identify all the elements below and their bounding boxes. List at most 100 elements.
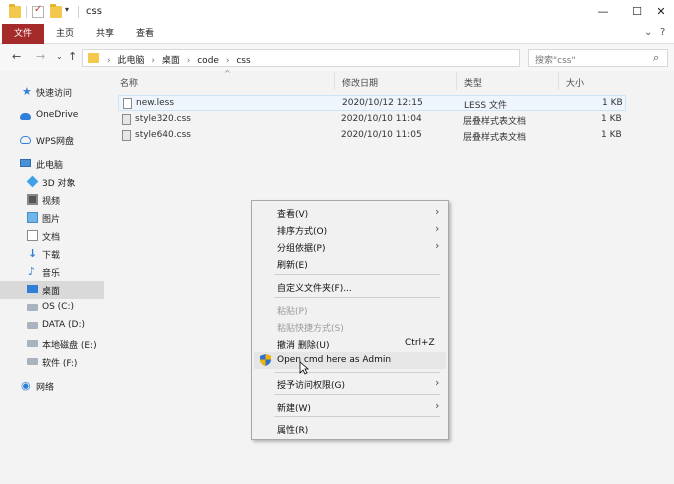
sidebar-item-desktop[interactable]: 桌面	[0, 281, 104, 299]
menu-item-label: 排序方式(O)	[277, 227, 328, 237]
menu-item-paste-shortcut: 粘贴快捷方式(S)	[254, 318, 446, 335]
menu-separator	[274, 297, 440, 298]
navigation-bar: ← → ⌄ ↑ › 此电脑 › 桌面 › code › css ⌄ ↻ 搜索"c…	[0, 45, 674, 71]
menu-item-sort-by[interactable]: 排序方式(O) ›	[254, 221, 446, 238]
new-folder-icon[interactable]	[50, 4, 62, 18]
file-row[interactable]: new.less 2020/10/12 12:15 LESS 文件 1 KB	[118, 95, 626, 111]
file-row[interactable]: style320.css 2020/10/10 11:04 层叠样式表文档 1 …	[118, 112, 626, 128]
sidebar-item-wps[interactable]: WPS网盘	[0, 131, 104, 149]
drive-icon	[27, 304, 38, 311]
column-header-name[interactable]: 名称	[120, 76, 138, 89]
menu-item-label: 粘贴快捷方式(S)	[277, 324, 344, 334]
chevron-right-icon: ›	[435, 399, 440, 412]
sidebar-item-network[interactable]: ◉ 网络	[0, 377, 104, 395]
file-date: 2020/10/10 11:04	[341, 114, 422, 124]
menu-item-give-access[interactable]: 授予访问权限(G) ›	[254, 375, 446, 392]
sidebar-item-this-pc[interactable]: 此电脑	[0, 155, 104, 173]
mouse-cursor-icon	[299, 361, 309, 375]
up-button[interactable]: ↑	[68, 50, 77, 63]
menu-item-properties[interactable]: 属性(R)	[254, 420, 446, 437]
breadcrumb: › 此电脑 › 桌面 › code › css	[107, 53, 255, 66]
breadcrumb-css[interactable]: css	[236, 56, 250, 66]
menu-item-label: 自定义文件夹(F)...	[277, 284, 352, 294]
tab-view[interactable]: 查看	[128, 24, 162, 44]
quick-access-dropdown-icon[interactable]: ▾	[65, 5, 69, 14]
sidebar-item-label: WPS网盘	[36, 137, 75, 147]
sidebar-item-drive-e[interactable]: 本地磁盘 (E:)	[0, 335, 104, 353]
sidebar-item-label: 文档	[42, 233, 61, 243]
context-menu: 查看(V) › 排序方式(O) › 分组依据(P) › 刷新(E) 自定义文件夹…	[251, 200, 449, 440]
sidebar-item-quick-access[interactable]: ★ 快速访问	[0, 83, 104, 101]
sidebar-item-downloads[interactable]: ↓ 下载	[0, 245, 104, 263]
back-button[interactable]: ←	[12, 50, 21, 63]
sidebar-item-label: 本地磁盘 (E:)	[42, 341, 97, 351]
forward-button[interactable]: →	[36, 50, 45, 63]
menu-item-group-by[interactable]: 分组依据(P) ›	[254, 238, 446, 255]
sidebar-item-onedrive[interactable]: OneDrive	[0, 107, 104, 125]
close-button[interactable]: ✕	[648, 0, 674, 24]
file-type: 层叠样式表文档	[463, 117, 527, 127]
menu-item-open-cmd-admin[interactable]: Open cmd here as Admin	[254, 352, 446, 369]
column-divider[interactable]	[334, 72, 335, 90]
computer-icon	[20, 159, 31, 167]
menu-item-view[interactable]: 查看(V) ›	[254, 204, 446, 221]
help-icon[interactable]: ?	[660, 27, 665, 38]
column-header-size[interactable]: 大小	[566, 76, 584, 89]
chevron-right-icon: ›	[225, 56, 230, 66]
file-date: 2020/10/10 11:05	[341, 130, 422, 140]
divider	[26, 6, 27, 18]
menu-item-label: 粘贴(P)	[277, 307, 308, 317]
properties-icon[interactable]	[32, 4, 44, 18]
ribbon: 文件 主页 共享 查看 ⌄ ?	[0, 24, 674, 44]
file-name: style640.css	[135, 130, 191, 140]
chevron-right-icon: ›	[186, 56, 191, 66]
column-header-type[interactable]: 类型	[464, 76, 482, 89]
chevron-right-icon: ›	[151, 56, 155, 66]
breadcrumb-desktop[interactable]: 桌面	[162, 56, 180, 66]
sidebar-item-pictures[interactable]: 图片	[0, 209, 104, 227]
tab-share[interactable]: 共享	[88, 24, 122, 44]
menu-item-undo-delete[interactable]: 撤消 删除(U) Ctrl+Z	[254, 335, 446, 352]
address-bar[interactable]: › 此电脑 › 桌面 › code › css ⌄ ↻	[82, 49, 597, 67]
sidebar-item-label: 3D 对象	[42, 179, 76, 189]
menu-separator	[274, 274, 440, 275]
menu-item-new[interactable]: 新建(W) ›	[254, 398, 446, 415]
sidebar-item-label: OS (C:)	[42, 302, 74, 312]
sidebar-item-documents[interactable]: 文档	[0, 227, 104, 245]
chevron-right-icon: ›	[107, 56, 111, 66]
column-header-date[interactable]: 修改日期	[342, 76, 378, 89]
column-divider[interactable]	[558, 72, 559, 90]
sidebar-item-drive-d[interactable]: DATA (D:)	[0, 317, 104, 335]
recent-locations-icon[interactable]: ⌄	[56, 52, 63, 61]
breadcrumb-this-pc[interactable]: 此电脑	[117, 56, 144, 66]
column-divider[interactable]	[456, 72, 457, 90]
menu-item-label: 查看(V)	[277, 210, 309, 220]
menu-item-label: 属性(R)	[277, 426, 309, 436]
folder-icon	[9, 4, 21, 18]
menu-item-label: 刷新(E)	[277, 261, 308, 271]
shield-icon	[260, 354, 271, 366]
drive-icon	[27, 322, 38, 329]
file-name: new.less	[136, 98, 175, 108]
file-type: LESS 文件	[464, 101, 507, 111]
search-input[interactable]: 搜索"css" ⌕	[528, 49, 668, 67]
menu-item-refresh[interactable]: 刷新(E)	[254, 255, 446, 272]
menu-item-customize-folder[interactable]: 自定义文件夹(F)...	[254, 278, 446, 295]
sidebar-item-label: 此电脑	[36, 161, 64, 171]
file-type: 层叠样式表文档	[463, 133, 527, 143]
sidebar-item-drive-c[interactable]: OS (C:)	[0, 299, 104, 317]
tab-file[interactable]: 文件	[2, 24, 44, 44]
menu-separator	[274, 394, 440, 395]
ribbon-expand-icon[interactable]: ⌄	[644, 27, 652, 38]
sidebar-item-label: 桌面	[42, 287, 61, 297]
css-file-icon	[122, 114, 131, 125]
sidebar-item-3d-objects[interactable]: 3D 对象	[0, 173, 104, 191]
file-row[interactable]: style640.css 2020/10/10 11:05 层叠样式表文档 1 …	[118, 128, 626, 144]
sidebar-item-music[interactable]: ♪ 音乐	[0, 263, 104, 281]
sidebar-item-drive-f[interactable]: 软件 (F:)	[0, 353, 104, 371]
tab-home[interactable]: 主页	[48, 24, 82, 44]
minimize-button[interactable]: —	[586, 0, 620, 24]
breadcrumb-code[interactable]: code	[197, 56, 219, 66]
sidebar-item-videos[interactable]: 视频	[0, 191, 104, 209]
star-icon: ★	[22, 85, 32, 98]
